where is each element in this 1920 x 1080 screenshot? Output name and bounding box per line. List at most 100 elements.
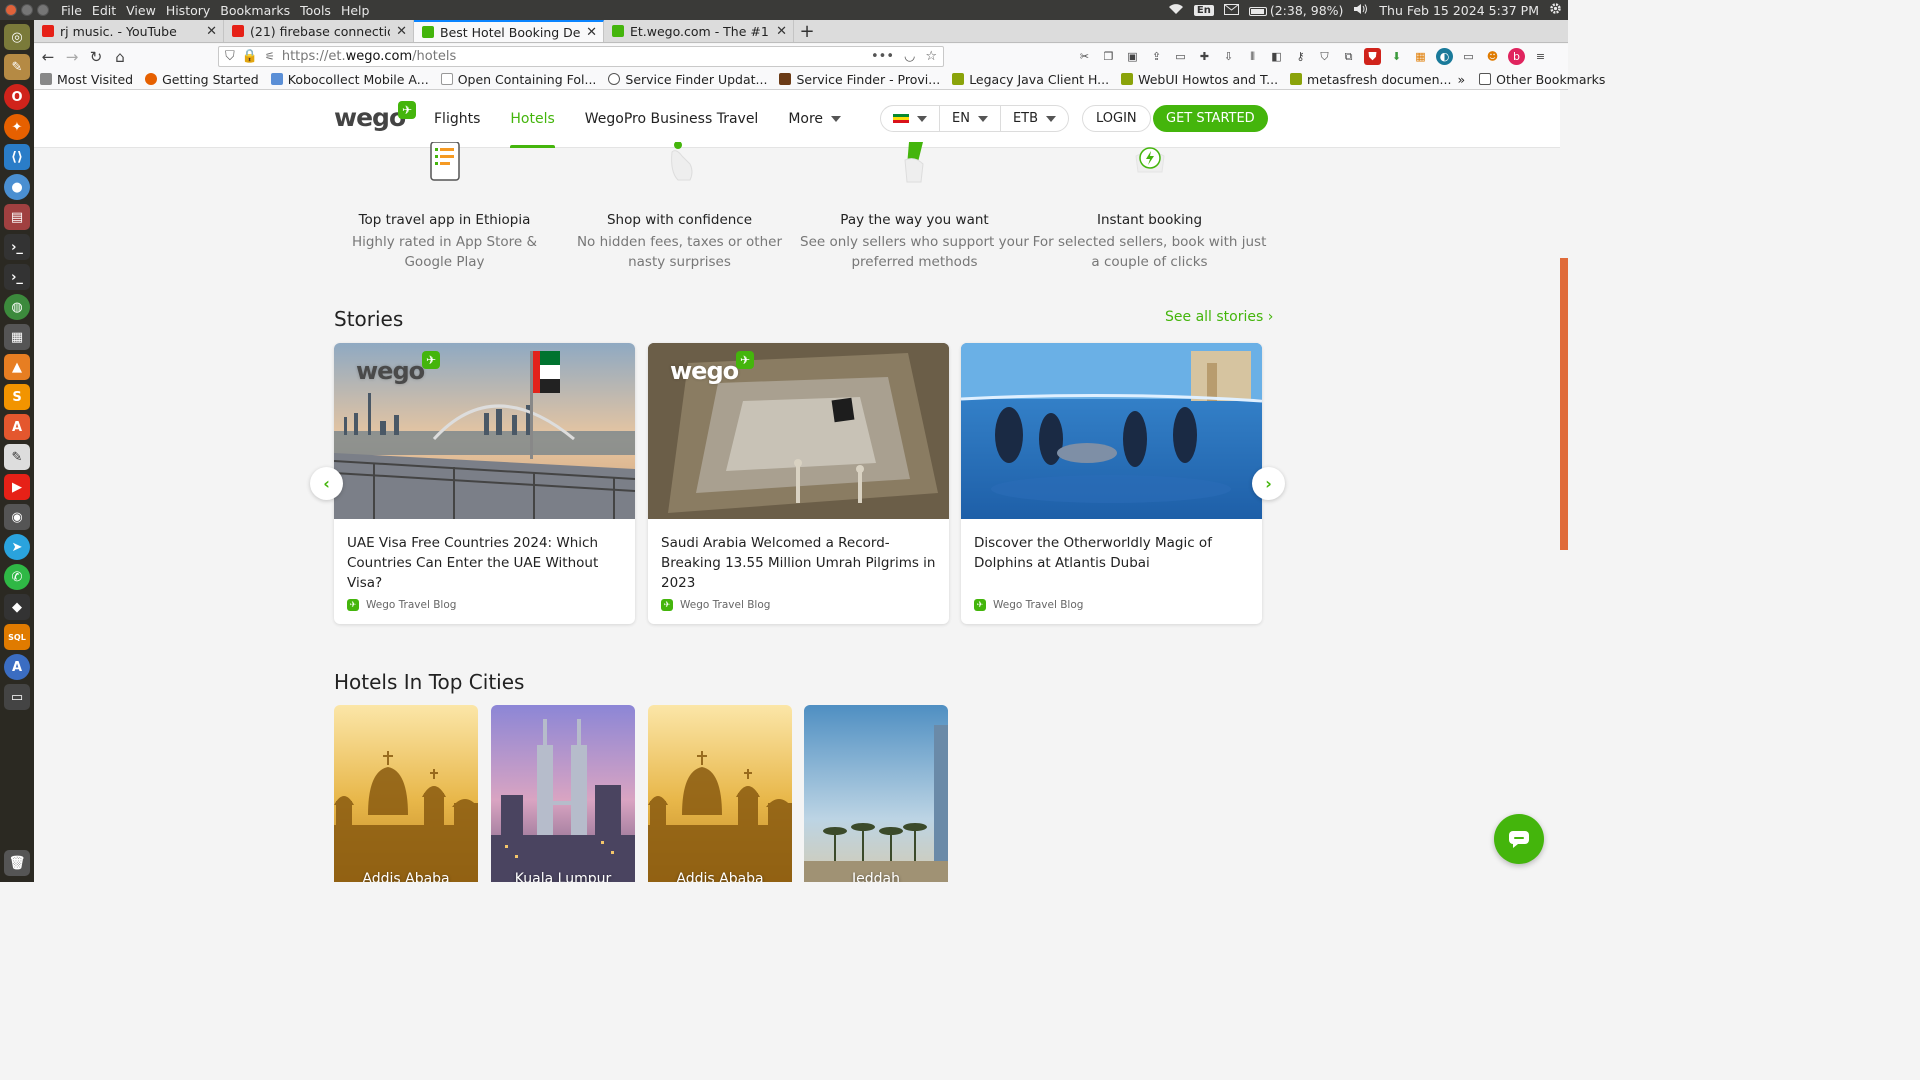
- sublime-text-icon[interactable]: S: [4, 384, 30, 410]
- trash-icon[interactable]: 🗑: [4, 850, 30, 876]
- copy-icon[interactable]: ❐: [1100, 48, 1117, 65]
- city-card-jeddah[interactable]: Jeddah: [804, 705, 948, 882]
- menu-history[interactable]: History: [161, 3, 215, 18]
- nav-wegopro[interactable]: WegoPro Business Travel: [585, 90, 759, 148]
- chat-support-button[interactable]: [1494, 814, 1544, 864]
- app-store-icon[interactable]: A: [4, 654, 30, 680]
- bookmark-service-finder-update[interactable]: Service Finder Updat...: [602, 72, 773, 87]
- sidebar-icon[interactable]: ◧: [1268, 48, 1285, 65]
- screenshot-icon[interactable]: ⧉: [1340, 48, 1357, 65]
- currency-selector[interactable]: ETB: [1001, 106, 1068, 131]
- extensions-puzzle-icon[interactable]: ✚: [1196, 48, 1213, 65]
- tab-close-icon[interactable]: ✕: [206, 24, 217, 39]
- files-app-icon[interactable]: ✎: [4, 54, 30, 80]
- clock[interactable]: Thu Feb 15 2024 5:37 PM: [1379, 3, 1539, 18]
- stories-prev-button[interactable]: ‹: [310, 467, 343, 500]
- pocket-icon[interactable]: ◡: [904, 49, 915, 64]
- workspace-icon[interactable]: ▭: [4, 684, 30, 710]
- get-started-button[interactable]: GET STARTED: [1153, 105, 1268, 132]
- emoji-icon[interactable]: ☻: [1484, 48, 1501, 65]
- menu-edit[interactable]: Edit: [87, 3, 121, 18]
- page-actions-icon[interactable]: •••: [871, 49, 894, 64]
- vpn-icon[interactable]: ◐: [1436, 48, 1453, 65]
- city-card-addis-ababa[interactable]: Addis Ababa: [334, 705, 478, 882]
- cut-icon[interactable]: ✂: [1076, 48, 1093, 65]
- ublock-icon[interactable]: ⛊: [1364, 48, 1381, 65]
- minimize-window-button[interactable]: [21, 4, 33, 16]
- country-selector[interactable]: [881, 106, 940, 131]
- downloads-icon[interactable]: ⇩: [1220, 48, 1237, 65]
- bookmark-service-finder-provider[interactable]: Service Finder - Provi...: [773, 72, 946, 87]
- bookmark-webui-howtos[interactable]: WebUI Howtos and T...: [1115, 72, 1284, 87]
- terminal-2-icon[interactable]: ›_: [4, 264, 30, 290]
- vscode-icon[interactable]: ⟨⟩: [4, 144, 30, 170]
- reader-icon[interactable]: ▭: [1460, 48, 1477, 65]
- bookmark-most-visited[interactable]: Most Visited: [34, 72, 139, 87]
- battery-indicator[interactable]: (2:38, 98%): [1248, 3, 1343, 18]
- chevron-double-right-icon[interactable]: »: [1457, 72, 1465, 87]
- volume-icon[interactable]: [1353, 3, 1369, 18]
- city-card-kuala-lumpur[interactable]: Kuala Lumpur: [491, 705, 635, 882]
- dash-home-icon[interactable]: ◎: [4, 24, 30, 50]
- login-button[interactable]: LOGIN: [1082, 105, 1151, 132]
- settings-gear-icon[interactable]: [1549, 2, 1562, 18]
- profile-badge-icon[interactable]: b: [1508, 48, 1525, 65]
- bookmark-legacy-java-client[interactable]: Legacy Java Client H...: [946, 72, 1115, 87]
- see-all-stories-link[interactable]: See all stories ›: [1165, 309, 1273, 325]
- reload-icon[interactable]: ↻: [84, 48, 108, 66]
- tab-wego-hotels[interactable]: Best Hotel Booking Dea ✕: [414, 20, 604, 42]
- forward-arrow-icon[interactable]: →: [60, 48, 84, 66]
- menu-help[interactable]: Help: [336, 3, 375, 18]
- paste-icon[interactable]: ▣: [1124, 48, 1141, 65]
- address-bar[interactable]: ⛉ 🔒 ⚟ https://et.wego.com/hotels ••• ◡ ☆: [218, 46, 944, 67]
- nav-more[interactable]: More: [788, 90, 842, 148]
- maximize-window-button[interactable]: [37, 4, 49, 16]
- home-icon[interactable]: ⌂: [108, 48, 132, 66]
- library-icon[interactable]: ⫴: [1244, 48, 1261, 65]
- youtube-app-icon[interactable]: ▶: [4, 474, 30, 500]
- wego-logo[interactable]: wego: [334, 103, 406, 132]
- close-window-button[interactable]: [5, 4, 17, 16]
- bookmark-metasfresh-docs[interactable]: metasfresh documen...: [1284, 72, 1457, 87]
- tab-close-icon[interactable]: ✕: [396, 24, 407, 39]
- back-arrow-icon[interactable]: ←: [36, 48, 60, 66]
- scrollbar-thumb[interactable]: [1560, 258, 1568, 550]
- other-bookmarks-folder[interactable]: Other Bookmarks: [1473, 72, 1611, 87]
- bookmark-star-icon[interactable]: ☆: [925, 49, 937, 64]
- text-editor-icon[interactable]: ✎: [4, 444, 30, 470]
- tab-close-icon[interactable]: ✕: [776, 24, 787, 39]
- sql-client-icon[interactable]: SQL: [4, 624, 30, 650]
- bookmark-open-containing-folder[interactable]: Open Containing Fol...: [435, 72, 603, 87]
- whatsapp-icon[interactable]: ✆: [4, 564, 30, 590]
- download-helper-icon[interactable]: ⬇: [1388, 48, 1405, 65]
- story-card-uae-visa[interactable]: wego ✈ UAE Visa Free Countries 2024: Whi…: [334, 343, 635, 624]
- city-card-addis-ababa-2[interactable]: Addis Ababa: [648, 705, 792, 882]
- opera-browser-icon[interactable]: O: [4, 84, 30, 110]
- tab-youtube-music[interactable]: rj music. - YouTube ✕: [34, 20, 224, 42]
- network-app-icon[interactable]: ◍: [4, 294, 30, 320]
- tab-wego-home[interactable]: Et.wego.com - The #1 Tr ✕: [604, 20, 794, 42]
- menu-view[interactable]: View: [121, 3, 161, 18]
- color-picker-icon[interactable]: ▦: [1412, 48, 1429, 65]
- telegram-icon[interactable]: ➤: [4, 534, 30, 560]
- bookmark-kobocollect[interactable]: Kobocollect Mobile A...: [265, 72, 435, 87]
- firefox-icon[interactable]: ✦: [4, 114, 30, 140]
- permissions-icon[interactable]: ⚟: [265, 50, 275, 63]
- menu-bookmarks[interactable]: Bookmarks: [215, 3, 295, 18]
- terminal-icon[interactable]: ›_: [4, 234, 30, 260]
- upload-icon[interactable]: ⇪: [1148, 48, 1165, 65]
- story-card-umrah[interactable]: wego ✈ Saudi Arabia Welcomed a Record-Br…: [648, 343, 949, 624]
- menu-hamburger-icon[interactable]: ≡: [1532, 48, 1549, 65]
- key-icon[interactable]: ⚷: [1292, 48, 1309, 65]
- bookmark-getting-started[interactable]: Getting Started: [139, 72, 265, 87]
- page-scrollbar[interactable]: [1560, 90, 1568, 882]
- tab-close-icon[interactable]: ✕: [586, 25, 597, 40]
- menu-file[interactable]: File: [56, 3, 87, 18]
- story-card-dolphins[interactable]: Discover the Otherworldly Magic of Dolph…: [961, 343, 1262, 624]
- menu-tools[interactable]: Tools: [295, 3, 336, 18]
- stories-next-button[interactable]: ›: [1252, 467, 1285, 500]
- lock-icon[interactable]: 🔒: [242, 49, 258, 64]
- tab-firebase[interactable]: (21) firebase connection ✕: [224, 20, 414, 42]
- anydesk-icon[interactable]: ◆: [4, 594, 30, 620]
- video-editor-icon[interactable]: ▦: [4, 324, 30, 350]
